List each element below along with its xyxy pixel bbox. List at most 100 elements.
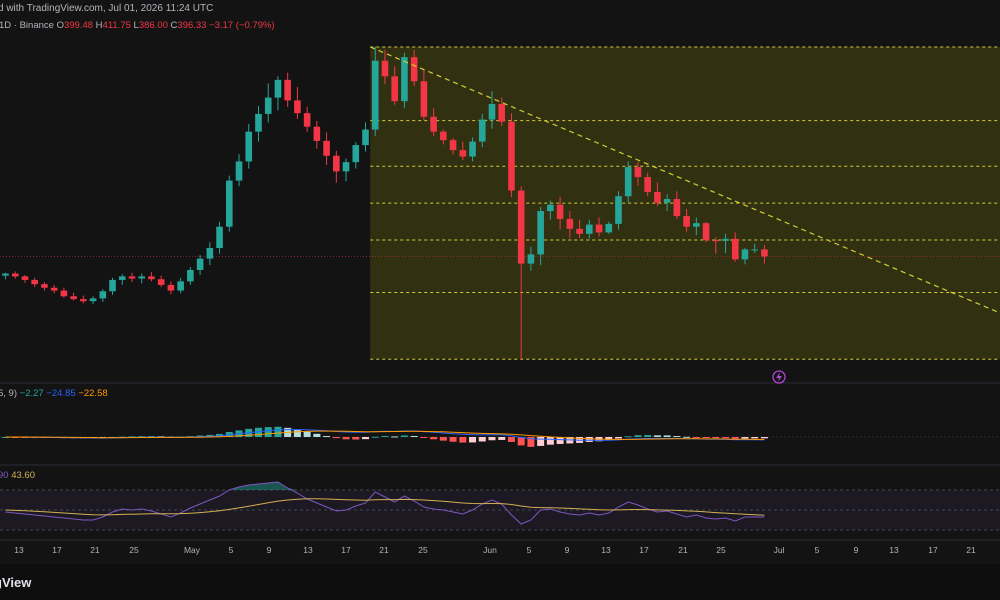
macd-hist-bar [303,431,311,437]
candle-body [352,145,360,163]
macd-hist-bar [264,427,272,437]
candle [128,272,136,283]
candle-body [401,57,408,102]
macd-hist-bar [449,437,457,442]
macd-hist-value: −2.27 [19,388,44,399]
macd-hist-bar [381,435,389,437]
macd-hist-bar [692,437,700,438]
macd-hist-bar [293,429,301,437]
candle [245,123,253,169]
candle-body [741,249,749,260]
candle-body [235,161,243,181]
candle [99,289,107,302]
candle-body [342,162,350,172]
candle [225,175,233,232]
x-axis-tick-label: 17 [928,545,938,555]
candle-body [624,167,632,197]
tradingview-logo: gView [0,575,32,590]
x-axis-tick-label: 9 [854,545,859,555]
candle-body [615,196,622,224]
x-axis-tick-label: Jun [483,545,497,555]
candle-body [274,79,282,98]
candle-body [255,113,262,132]
x-axis-tick-label: 25 [418,545,428,555]
candle-body [225,180,233,227]
candle-body [731,238,739,260]
macd-hist-bar [702,437,710,438]
macd-hist-bar [439,437,447,441]
candle-body [109,279,116,292]
candle-body [644,177,651,192]
candle-body [118,276,126,280]
candle-body [2,273,9,276]
candle-body [654,191,661,203]
fib-retracement-layer[interactable]: 0 (691.37)0.236 (587.47)0.382 (523.20)0.… [0,43,1000,364]
macd-hist-bar [673,436,681,438]
candle-body [138,276,146,279]
candle [255,106,262,142]
macd-hist-bar [469,437,477,443]
lightning-icon[interactable] [772,370,786,384]
macd-hist-bar [760,437,768,439]
x-axis-tick-label: 9 [565,545,570,555]
candle [313,121,321,149]
candle-body [89,298,97,302]
macd-hist-bar [478,437,486,442]
candle-body [410,57,418,82]
macd-hist-bar [332,437,340,439]
macd-hist-bar [537,437,545,446]
macd-hist-bar [556,437,564,444]
candle-body [430,116,437,132]
rsi-legend: 90 43.60 [0,470,35,481]
candle-body [693,223,700,227]
candle [615,191,622,230]
candle-body [187,269,194,282]
x-axis-tick-label: 13 [14,545,24,555]
candle-body [576,228,583,234]
symbol-interval: 1D · Binance [0,20,54,31]
candle-body [498,103,506,122]
candle [284,72,291,107]
candle [352,142,360,169]
candle-body [556,204,564,219]
x-axis-tick-label: 17 [341,545,351,555]
x-axis-tick-label: Jul [774,545,785,555]
candle [31,277,38,288]
candle-body [70,296,77,300]
macd-hist-bar [498,437,506,440]
candle [118,274,126,285]
x-axis-tick-label: 13 [303,545,313,555]
candle [333,150,340,183]
macd-legend: 6, 9) −2.27 −24.85 −22.58 [0,388,108,399]
candle-body [478,119,486,142]
candle-body [31,279,38,285]
candle-body [60,290,68,297]
candle [11,271,19,279]
candle-body [586,224,593,234]
macd-hist-bar [323,436,331,438]
macd-hist-bar [362,437,370,440]
macd-hist-bar [653,435,661,437]
macd-hist-bar [663,435,671,437]
x-axis-tick-label: 21 [966,545,976,555]
candle-body [323,140,330,156]
macd-hist-bar [546,437,554,445]
candle-body [702,223,710,241]
candle-body [128,276,136,279]
price-chart[interactable]: 0 (691.37)0.236 (587.47)0.382 (523.20)0.… [0,0,1000,600]
macd-hist-bar [430,437,438,440]
rsi-pane [0,481,1000,531]
candle-body [527,254,535,264]
macd-hist-bar [507,437,515,442]
macd-params: 6, 9) [0,388,18,399]
candle-body [381,60,389,77]
candle [89,296,97,305]
candle [294,86,301,119]
candle [138,273,146,284]
macd-hist-bar [400,435,408,437]
candle-body [420,81,428,117]
candle-body [294,100,301,114]
candle-body [712,240,720,242]
macd-hist-bar [614,437,622,439]
macd-hist-bar [644,435,652,437]
